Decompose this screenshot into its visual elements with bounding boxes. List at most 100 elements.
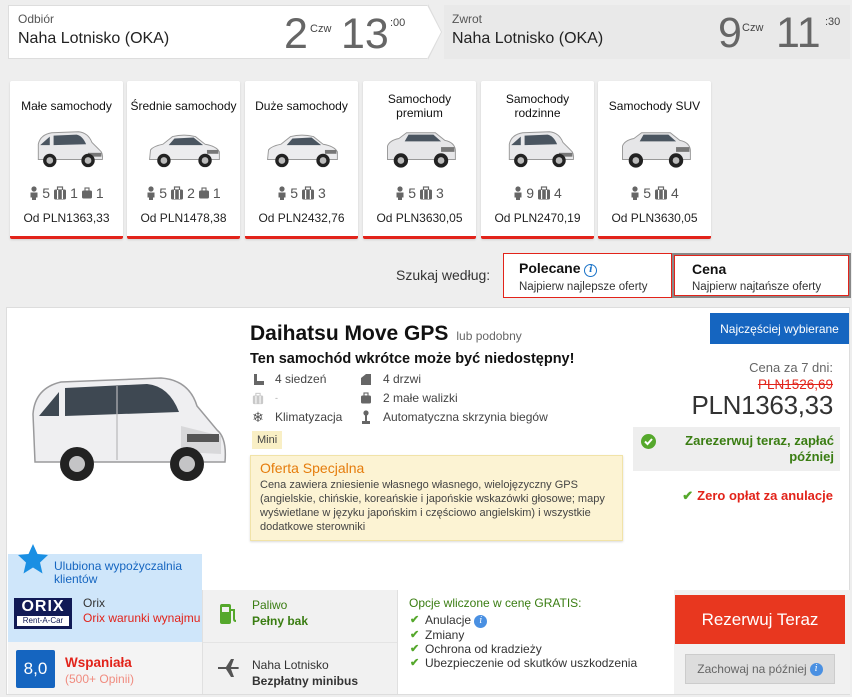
feature-large-bags: -: [250, 391, 278, 405]
current-price: PLN1363,33: [691, 390, 833, 420]
category-price: Od PLN1478,38: [140, 211, 227, 225]
car-image: [616, 127, 694, 171]
included-options-panel: Opcje wliczone w cenę GRATIS: ✔ Anulacje …: [397, 590, 674, 694]
availability-warning: Ten samochód wkrótce może być niedostępn…: [250, 351, 575, 367]
return-hour: 11: [776, 9, 821, 57]
feature-doors-text: 4 drzwi: [383, 372, 422, 386]
check-icon: ✔: [410, 614, 420, 626]
category-specs: 5 4: [598, 185, 711, 201]
seat-icon: [250, 372, 266, 386]
seats-count: 5: [159, 185, 168, 201]
pickup-weekday: Czw: [310, 23, 332, 35]
category-name: Duże samochody: [255, 99, 348, 113]
info-icon[interactable]: i: [474, 615, 488, 628]
book-now-button[interactable]: Rezerwuj Teraz: [675, 595, 845, 644]
or-similar: lub podobny: [456, 329, 522, 343]
suitcase-icon: [170, 186, 184, 200]
check-icon: ✔: [410, 629, 420, 641]
person-icon: [29, 186, 39, 200]
car-title: Daihatsu Move GPS lub podobny: [250, 322, 522, 346]
save-for-later-button[interactable]: Zachowaj na później i: [685, 654, 835, 684]
feature-small-bags: 2 małe walizki: [358, 391, 458, 405]
sort-label: Szukaj według:: [396, 267, 491, 283]
category-specs: 5 1 1: [10, 185, 123, 201]
person-icon: [277, 186, 287, 200]
included-options-title: Opcje wliczone w cenę GRATIS:: [409, 596, 582, 610]
car-photo: [32, 377, 227, 481]
feature-large-bags-text: -: [275, 393, 278, 403]
category-card-premium[interactable]: Samochody premium 5 3 Od PLN3630,05: [363, 81, 476, 239]
suitcase-icon: [537, 186, 551, 200]
info-icon[interactable]: i: [584, 264, 598, 277]
search-summary-bar[interactable]: Odbiór Naha Lotnisko (OKA) 2 Czw 13 :00 …: [8, 4, 850, 60]
info-icon[interactable]: i: [809, 662, 823, 676]
category-card-large[interactable]: Duże samochody 5 3 Od PLN2432,76: [245, 81, 358, 239]
car-image: [263, 127, 341, 171]
large-bags-count: 2: [187, 185, 195, 201]
car-image: [28, 127, 106, 171]
feature-ac-text: Klimatyzacja: [275, 410, 343, 424]
seats-count: 5: [643, 185, 651, 201]
fuel-value: Pełny bak: [252, 614, 309, 628]
category-card-suv[interactable]: Samochody SUV 5 4 Od PLN3630,05: [598, 81, 711, 239]
large-bags-count: 3: [318, 185, 326, 201]
save-for-later-label: Zachowaj na później: [697, 662, 807, 676]
sort-price-button[interactable]: Cena Najpierw najtańsze oferty: [672, 253, 851, 298]
rental-terms-link[interactable]: Orix warunki wynajmu: [83, 612, 200, 624]
category-name: Średnie samochody: [130, 99, 237, 113]
seats-count: 9: [526, 185, 534, 201]
return-weekday: Czw: [742, 22, 764, 34]
pickup-day: 2: [284, 10, 308, 58]
category-name: Samochody premium: [387, 92, 452, 120]
price-period-label: Cena za 7 dni:: [749, 360, 833, 375]
check-icon: ✔: [410, 657, 420, 669]
gear-shift-icon: [358, 410, 374, 424]
category-card-small[interactable]: Małe samochody 5 1 1 Od PLN1363,33: [10, 81, 123, 239]
return-panel[interactable]: Zwrot Naha Lotnisko (OKA) 9 Czw 11 :30: [444, 5, 850, 59]
pickup-place: Naha Lotnisko: [252, 658, 329, 672]
special-offer-title: Oferta Specjalna: [260, 460, 365, 476]
rating-reviews-link[interactable]: (500+ Opinii): [65, 672, 134, 686]
small-bags-count: 1: [95, 185, 104, 201]
pickup-panel[interactable]: Odbiór Naha Lotnisko (OKA) 2 Czw 13 :00: [8, 5, 428, 59]
sort-price-title: Cena: [692, 261, 727, 277]
seats-count: 5: [290, 185, 298, 201]
suitcase-icon: [654, 186, 668, 200]
suitcase-icon: [250, 391, 266, 405]
small-bag-icon: [358, 391, 374, 405]
feature-small-bags-text: 2 małe walizki: [383, 391, 458, 405]
category-specs: 5 3: [245, 185, 358, 201]
small-bags-count: 1: [212, 185, 221, 201]
booking-actions: Rezerwuj Teraz Zachowaj na później i: [674, 590, 850, 694]
arrow-divider-fill: [427, 5, 441, 59]
category-card-family[interactable]: Samochody rodzinne 9 4 Od PLN2470,19: [481, 81, 594, 239]
seats-count: 5: [408, 185, 416, 201]
category-name: Małe samochody: [21, 99, 112, 113]
snowflake-icon: ❄: [252, 408, 264, 425]
sort-price-subtitle: Najpierw najtańsze oferty: [692, 281, 822, 293]
fuel-policy-panel: Paliwo Pełny bak: [202, 590, 397, 642]
plane-icon: [218, 659, 239, 677]
star-icon: [18, 544, 48, 574]
person-icon: [513, 186, 523, 200]
small-bag-icon: [81, 187, 93, 199]
suitcase-icon: [301, 186, 315, 200]
feature-transmission: Automatyczna skrzynia biegów: [358, 410, 548, 424]
pickup-shuttle: Bezpłatny minibus: [252, 674, 359, 688]
list-item: ✔ Ubezpieczenie od skutków uszkodzenia: [410, 656, 638, 670]
included-options-list: ✔ Anulacje i ✔ Zmiany ✔ Ochrona od kradzież…: [409, 614, 674, 670]
sort-recommended-title: Polecane: [519, 260, 581, 276]
pay-later-text: Zarezerwuj teraz, zapłać później: [685, 433, 834, 464]
list-item: ✔ Anulacje i: [409, 614, 674, 628]
fuel-pump-icon: [220, 604, 237, 624]
suitcase-icon: [53, 186, 67, 200]
pickup-info-panel: Naha Lotnisko Bezpłatny minibus: [202, 642, 397, 694]
category-card-medium[interactable]: Średnie samochody 5 2 1 Od PLN1478,38: [127, 81, 240, 239]
car-class-tag: Mini: [252, 431, 283, 449]
person-icon: [146, 186, 156, 200]
category-specs: 9 4: [481, 185, 594, 201]
list-item: ✔ Zmiany: [410, 628, 465, 642]
sort-recommended-button[interactable]: Polecane i Najpierw najlepsze oferty: [503, 253, 672, 298]
small-bag-icon: [198, 187, 210, 199]
feature-seats-text: 4 siedzeń: [275, 372, 327, 386]
